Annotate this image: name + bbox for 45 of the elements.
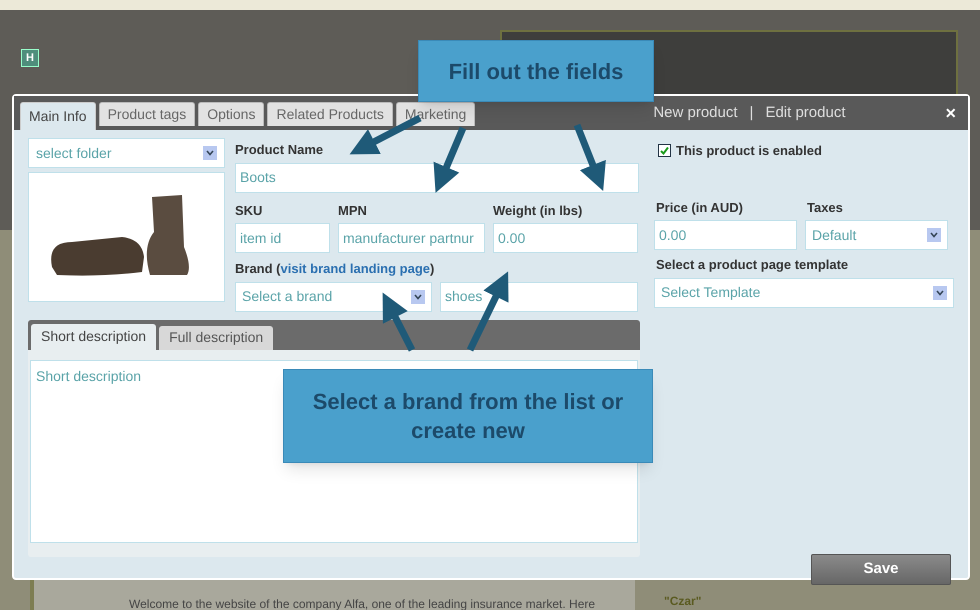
new-product-link[interactable]: New product — [653, 102, 738, 124]
template-select[interactable]: Select Template — [654, 278, 954, 308]
field-label: SKU — [235, 202, 264, 220]
field-label: Brand ( — [235, 260, 280, 278]
enabled-checkbox[interactable] — [658, 144, 671, 158]
brand-name-field[interactable]: shoes — [440, 282, 638, 312]
tab[interactable]: Short description — [31, 324, 156, 350]
field-label: Weight (in lbs) — [493, 202, 584, 220]
arrow — [574, 124, 606, 192]
tab[interactable]: Main Info — [20, 102, 96, 130]
arrow — [382, 292, 416, 352]
field-label: Price (in AUD) — [656, 198, 744, 217]
taxes-select[interactable]: Default — [805, 220, 948, 250]
tab[interactable]: Related Products — [267, 102, 393, 126]
brand-select[interactable]: Select a brand — [235, 282, 432, 312]
tab[interactable]: Full description — [159, 326, 274, 350]
field-label: Taxes — [807, 198, 844, 216]
mpn-field[interactable]: manufacturer partnur — [338, 223, 485, 253]
quote-text: "Czar" — [664, 593, 702, 610]
dropdown-icon — [933, 286, 947, 300]
folder-select[interactable]: select folder — [28, 138, 225, 168]
save-button[interactable]: Save — [811, 554, 951, 585]
arrow — [434, 126, 466, 193]
separator-text: | — [750, 102, 754, 123]
product-name-field[interactable]: Boots — [235, 162, 639, 192]
weight-field[interactable]: 0.00 — [493, 223, 638, 253]
badge: H — [21, 49, 39, 67]
field-label: Select a product page template — [656, 256, 850, 274]
field-label: Product Name — [235, 141, 324, 159]
edit-product-link[interactable]: Edit product — [765, 102, 846, 124]
tab[interactable]: Marketing — [396, 102, 476, 126]
tab[interactable]: Product tags — [98, 102, 196, 126]
sku-field[interactable]: item id — [235, 223, 330, 253]
field-label: MPN — [338, 202, 368, 220]
callout: Fill out the fields — [418, 40, 654, 102]
dropdown-icon — [411, 290, 425, 304]
price-field[interactable]: 0.00 — [654, 220, 797, 250]
close-button[interactable]: × — [945, 104, 956, 122]
callout: Select a brand from the list or create new — [283, 369, 653, 463]
checkbox-label: This product is enabled — [676, 142, 822, 160]
field-label: ) — [430, 260, 434, 278]
brand-page-link[interactable]: visit brand landing page — [280, 259, 430, 278]
tab[interactable]: Options — [198, 102, 264, 126]
dropdown-icon — [927, 228, 941, 242]
dropdown-icon — [203, 146, 217, 160]
